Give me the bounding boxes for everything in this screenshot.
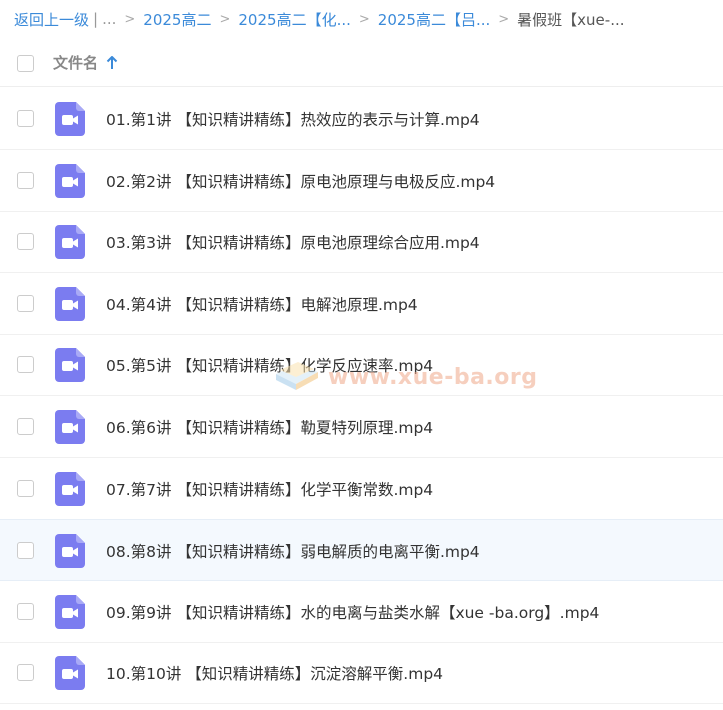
file-row[interactable]: 10.第10讲 【知识精讲精练】沉淀溶解平衡.mp4 (0, 642, 723, 704)
video-file-icon (55, 656, 85, 690)
file-row[interactable]: 07.第7讲 【知识精讲精练】化学平衡常数.mp4 (0, 458, 723, 520)
sort-by-filename[interactable]: 文件名 (53, 52, 118, 73)
file-checkbox[interactable] (17, 664, 34, 681)
file-row[interactable]: 01.第1讲 【知识精讲精练】热效应的表示与计算.mp4 (0, 88, 723, 150)
video-file-icon (55, 225, 85, 259)
file-checkbox[interactable] (17, 542, 34, 559)
sort-ascending-icon (106, 55, 118, 69)
chevron-right-icon: > (219, 11, 231, 27)
file-list-header: 文件名 (0, 40, 723, 87)
file-row[interactable]: 09.第9讲 【知识精讲精练】水的电离与盐类水解【xue -ba.org】.mp… (0, 581, 723, 643)
file-row[interactable]: 06.第6讲 【知识精讲精练】勒夏特列原理.mp4 (0, 396, 723, 458)
back-link[interactable]: 返回上一级 (14, 9, 89, 30)
file-name[interactable]: 10.第10讲 【知识精讲精练】沉淀溶解平衡.mp4 (106, 662, 443, 684)
file-checkbox[interactable] (17, 356, 34, 373)
file-checkbox[interactable] (17, 172, 34, 189)
file-name[interactable]: 07.第7讲 【知识精讲精练】化学平衡常数.mp4 (106, 478, 433, 500)
chevron-right-icon: > (358, 11, 370, 27)
breadcrumb-divider: | (93, 10, 99, 28)
breadcrumb: 返回上一级 | ... > 2025高二 > 2025高二【化... > 202… (14, 9, 723, 29)
video-file-icon (55, 410, 85, 444)
file-name[interactable]: 02.第2讲 【知识精讲精练】原电池原理与电极反应.mp4 (106, 170, 495, 192)
video-file-icon (55, 472, 85, 506)
file-name[interactable]: 05.第5讲 【知识精讲精练】化学反应速率.mp4 (106, 354, 433, 376)
file-row[interactable]: 03.第3讲 【知识精讲精练】原电池原理综合应用.mp4 (0, 211, 723, 273)
video-file-icon (55, 534, 85, 568)
chevron-right-icon: > (498, 11, 510, 27)
file-name[interactable]: 01.第1讲 【知识精讲精练】热效应的表示与计算.mp4 (106, 108, 480, 130)
select-all-checkbox[interactable] (17, 55, 34, 72)
video-file-icon (55, 595, 85, 629)
breadcrumb-item[interactable]: 2025高二 (143, 9, 211, 30)
file-row[interactable]: 08.第8讲 【知识精讲精练】弱电解质的电离平衡.mp4 (0, 519, 723, 581)
file-checkbox[interactable] (17, 295, 34, 312)
file-name[interactable]: 09.第9讲 【知识精讲精练】水的电离与盐类水解【xue -ba.org】.mp… (106, 601, 599, 623)
video-file-icon (55, 287, 85, 321)
file-checkbox[interactable] (17, 603, 34, 620)
file-name[interactable]: 06.第6讲 【知识精讲精练】勒夏特列原理.mp4 (106, 416, 433, 438)
chevron-right-icon: > (124, 11, 136, 27)
video-file-icon (55, 164, 85, 198)
file-name[interactable]: 03.第3讲 【知识精讲精练】原电池原理综合应用.mp4 (106, 231, 480, 253)
file-name[interactable]: 08.第8讲 【知识精讲精练】弱电解质的电离平衡.mp4 (106, 540, 480, 562)
file-checkbox[interactable] (17, 110, 34, 127)
breadcrumb-item[interactable]: 2025高二【吕... (378, 9, 490, 30)
file-checkbox[interactable] (17, 418, 34, 435)
breadcrumb-item[interactable]: 2025高二【化... (238, 9, 350, 30)
file-row[interactable]: 04.第4讲 【知识精讲精练】电解池原理.mp4 (0, 273, 723, 335)
file-name[interactable]: 04.第4讲 【知识精讲精练】电解池原理.mp4 (106, 293, 418, 315)
file-row[interactable]: 02.第2讲 【知识精讲精练】原电池原理与电极反应.mp4 (0, 150, 723, 212)
file-checkbox[interactable] (17, 233, 34, 250)
breadcrumb-current: 暑假班【xue-... (517, 10, 625, 29)
file-checkbox[interactable] (17, 480, 34, 497)
video-file-icon (55, 348, 85, 382)
file-row[interactable]: 05.第5讲 【知识精讲精练】化学反应速率.mp4 (0, 334, 723, 396)
video-file-icon (55, 102, 85, 136)
column-label-filename: 文件名 (53, 54, 99, 72)
breadcrumb-ellipsis[interactable]: ... (102, 10, 116, 28)
